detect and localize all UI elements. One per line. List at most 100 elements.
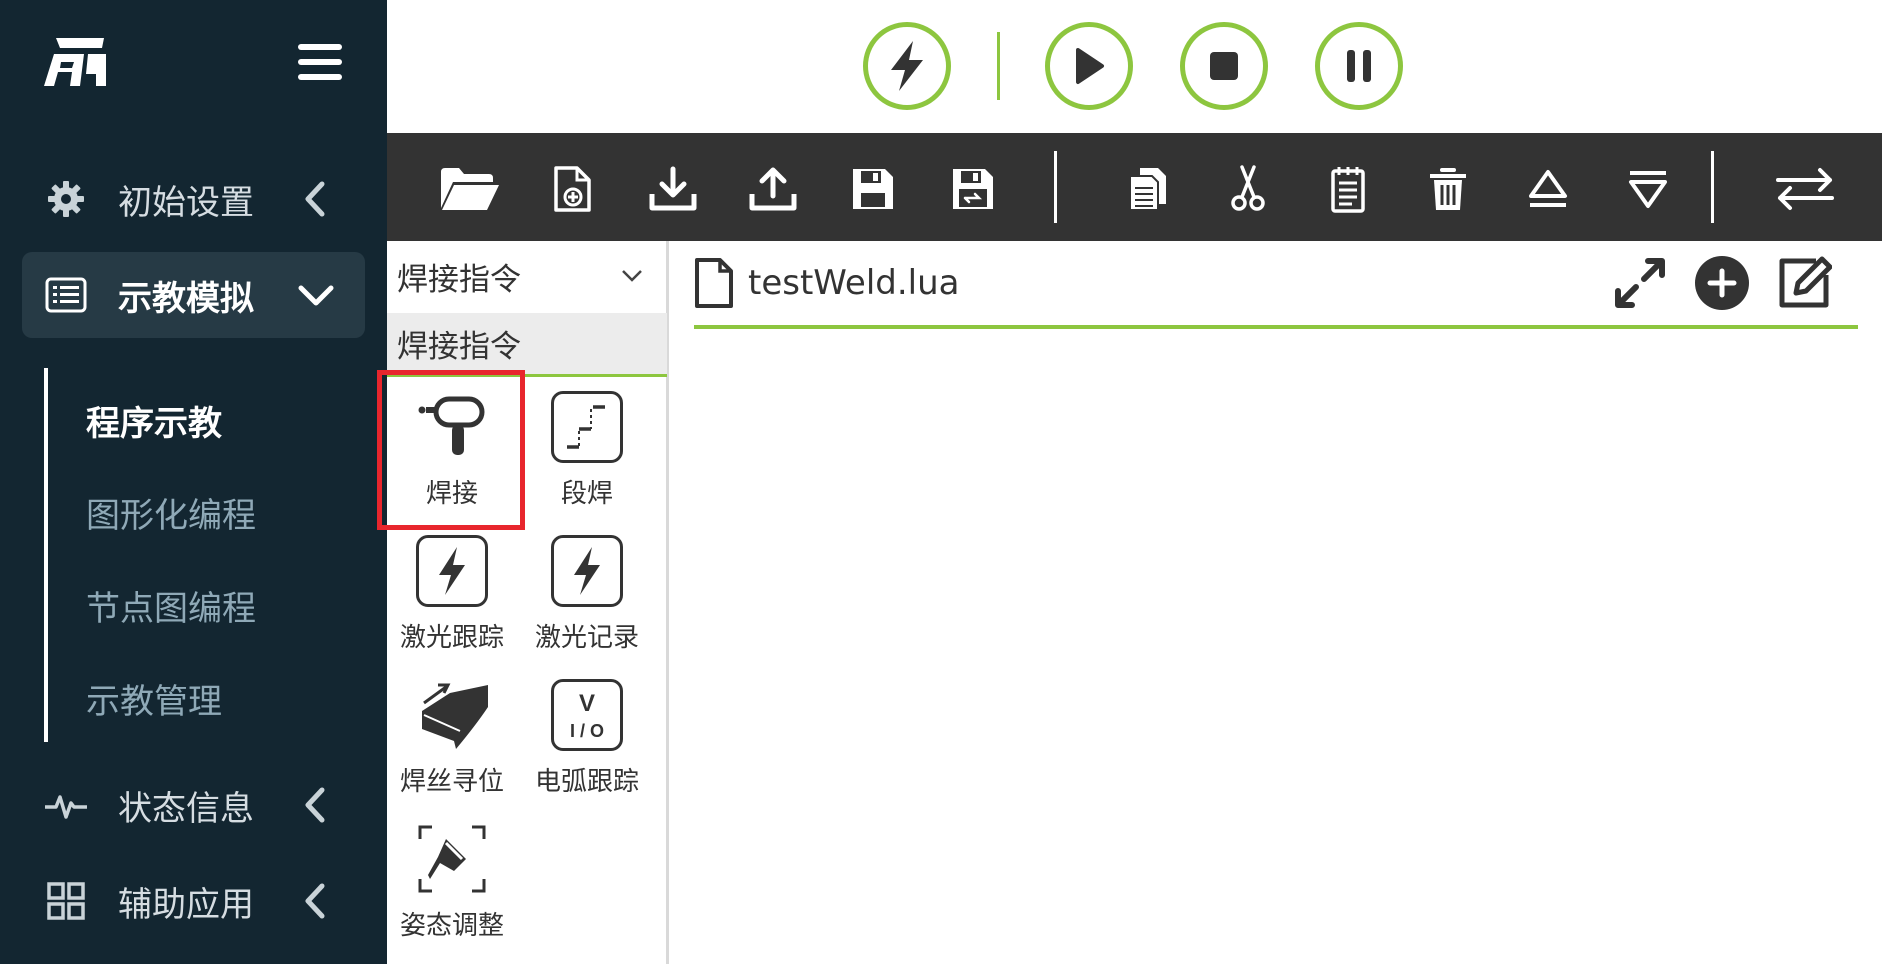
pause-icon (1347, 50, 1371, 82)
command-arc-tracking[interactable]: V I / O 电弧跟踪 (522, 665, 652, 805)
plus-circle-icon (1695, 256, 1749, 310)
expand-arrows-icon (1615, 258, 1665, 308)
open-folder-button[interactable] (437, 161, 503, 217)
trash-icon (1430, 168, 1466, 210)
laser-bolt-icon (416, 535, 488, 607)
sidebar: 初始设置 示教模拟 程序示教 图形化编程 节点图编程 示教管理 状态信息 辅助应… (0, 0, 387, 964)
upload-button[interactable] (743, 161, 803, 217)
submenu-item-graphical-programming[interactable]: 图形化编程 (86, 488, 256, 537)
io-icon-v: V (579, 690, 595, 717)
stop-icon (1210, 52, 1238, 80)
command-laser-tracking[interactable]: 激光跟踪 (387, 521, 517, 661)
command-laser-record[interactable]: 激光记录 (522, 521, 652, 661)
copy-icon (1129, 168, 1166, 211)
welding-torch-icon (416, 391, 488, 463)
grid-icon (44, 879, 88, 923)
move-up-button[interactable] (1518, 161, 1578, 217)
category-select-value: 焊接指令 (397, 261, 521, 298)
command-label: 激光跟踪 (399, 623, 504, 653)
laser-bolt-icon (551, 535, 623, 607)
play-button[interactable] (1045, 22, 1133, 110)
menu-item-initial-settings[interactable]: 初始设置 (22, 156, 365, 242)
chevron-down-icon (622, 270, 642, 282)
file-header: testWeld.lua (694, 253, 1858, 329)
command-label: 焊接 (425, 479, 478, 509)
swap-button[interactable] (1769, 161, 1841, 217)
save-icon (853, 169, 893, 209)
menu-item-status-info[interactable]: 状态信息 (22, 762, 365, 848)
notepad-icon (1331, 167, 1365, 213)
gear-icon (44, 177, 88, 221)
submenu-item-program-teach[interactable]: 程序示教 (86, 396, 222, 445)
menu-item-teach-simulation[interactable]: 示教模拟 (22, 252, 365, 338)
delete-button[interactable] (1418, 161, 1478, 217)
category-select[interactable]: 焊接指令 (387, 251, 669, 301)
category-header: 焊接指令 (387, 313, 667, 377)
command-segment-weld[interactable]: 段焊 (522, 377, 652, 517)
file-icon (695, 258, 733, 308)
chevron-left-icon (305, 181, 325, 217)
open-folder-icon (441, 168, 499, 210)
new-file-icon (554, 166, 591, 212)
edit-pencil-icon (1779, 256, 1832, 308)
save-as-icon (953, 169, 993, 209)
menu-item-label: 辅助应用 (118, 884, 254, 925)
toolbar-separator (1711, 151, 1714, 223)
logo-icon (44, 38, 106, 86)
download-icon (649, 166, 697, 211)
list-icon (44, 273, 88, 317)
submenu-teach: 程序示教 图形化编程 节点图编程 示教管理 (44, 368, 344, 742)
eject-down-icon (1629, 171, 1667, 208)
command-pose-adjust[interactable]: 姿态调整 (387, 809, 517, 949)
eject-up-icon (1529, 170, 1567, 207)
paste-button[interactable] (1318, 161, 1378, 217)
upload-icon (749, 167, 797, 211)
toolbar-separator (1054, 151, 1057, 223)
pause-button[interactable] (1315, 22, 1403, 110)
move-down-button[interactable] (1618, 161, 1678, 217)
command-panel: 焊接指令 焊接指令 焊接 段焊 激光跟踪 激光记录 焊丝寻位 V I / O 电… (387, 241, 669, 964)
pulse-icon (44, 783, 88, 827)
category-header-label: 焊接指令 (397, 329, 521, 365)
play-icon (1076, 48, 1104, 84)
edit-button[interactable] (1776, 255, 1832, 311)
save-as-button[interactable] (943, 161, 1003, 217)
wire-positioning-icon (416, 679, 488, 751)
new-file-button[interactable] (543, 161, 603, 217)
io-icon-io: I / O (570, 721, 604, 741)
lightning-icon (891, 41, 923, 91)
segment-weld-icon (551, 391, 623, 463)
file-name: testWeld.lua (748, 263, 960, 303)
save-button[interactable] (843, 161, 903, 217)
control-divider (997, 32, 1000, 100)
menu-item-auxiliary-apps[interactable]: 辅助应用 (22, 858, 365, 944)
chevron-down-icon (298, 285, 334, 306)
voltage-io-icon: V I / O (551, 679, 623, 751)
copy-button[interactable] (1118, 161, 1178, 217)
chevron-left-icon (305, 787, 325, 823)
command-label: 焊丝寻位 (399, 767, 504, 797)
expand-button[interactable] (1612, 255, 1668, 311)
menu-item-label: 状态信息 (118, 788, 254, 829)
stop-button[interactable] (1180, 22, 1268, 110)
command-weld[interactable]: 焊接 (387, 377, 517, 517)
download-button[interactable] (643, 161, 703, 217)
menu-item-label: 初始设置 (118, 182, 254, 223)
swap-arrows-icon (1776, 168, 1834, 210)
command-label: 电弧跟踪 (534, 767, 639, 797)
enable-button[interactable] (863, 22, 951, 110)
app-root: 初始设置 示教模拟 程序示教 图形化编程 节点图编程 示教管理 状态信息 辅助应… (0, 0, 1882, 964)
hamburger-menu-icon[interactable] (298, 44, 342, 86)
command-label: 激光记录 (534, 623, 639, 653)
add-button[interactable] (1694, 255, 1750, 311)
program-editor: testWeld.lua (672, 241, 1882, 964)
chevron-left-icon (305, 883, 325, 919)
control-bar (387, 0, 1882, 133)
submenu-item-teach-management[interactable]: 示教管理 (86, 674, 222, 723)
command-wire-positioning[interactable]: 焊丝寻位 (387, 665, 517, 805)
scissors-icon (1231, 165, 1265, 211)
cut-button[interactable] (1218, 161, 1278, 217)
toolbar (387, 133, 1882, 241)
submenu-item-node-graph-programming[interactable]: 节点图编程 (86, 581, 256, 630)
command-label: 姿态调整 (399, 911, 504, 941)
